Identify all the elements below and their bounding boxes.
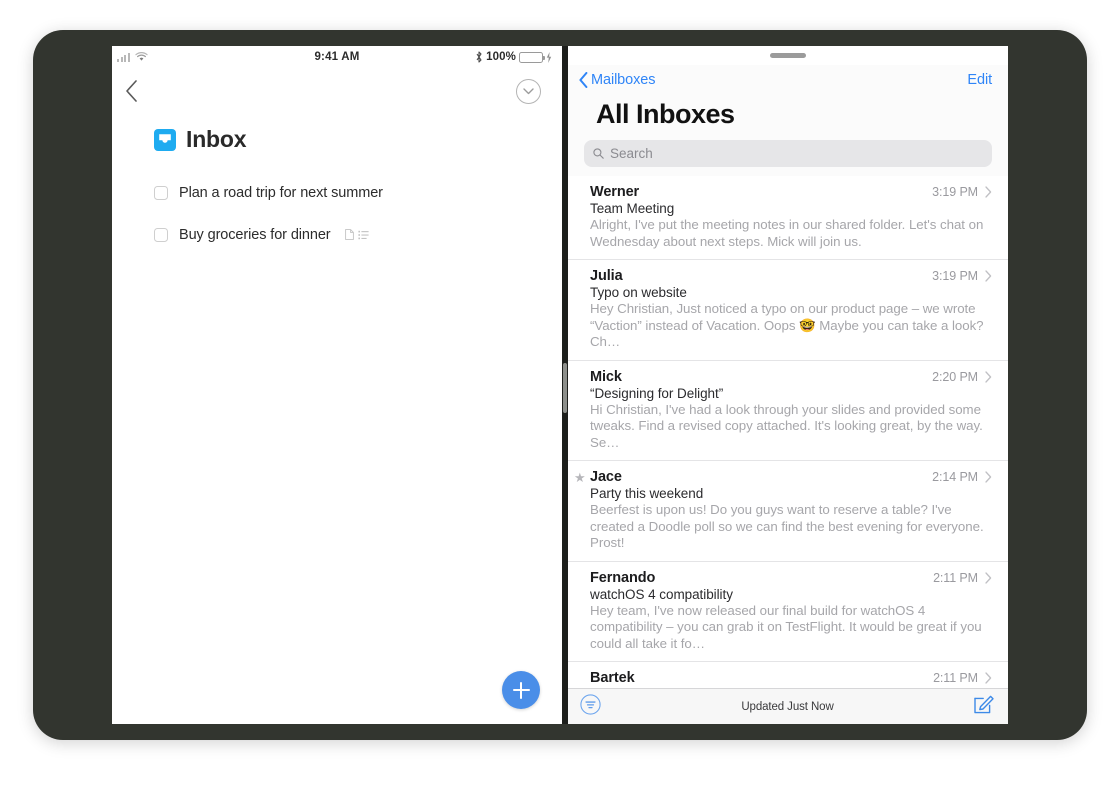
table-row[interactable]: Werner 3:19 PM Team Meeting Alright, I'v… xyxy=(568,176,1008,261)
message-preview: Beerfest is upon us! Do you guys want to… xyxy=(590,502,984,551)
message-preview: Hey Christian, Just noticed a typo on ou… xyxy=(590,301,984,350)
mail-message-list[interactable]: Werner 3:19 PM Team Meeting Alright, I'v… xyxy=(568,176,1008,724)
table-row[interactable]: Mick 2:20 PM “Designing for Delight” Hi … xyxy=(568,361,1008,462)
message-sender: Mick xyxy=(590,368,622,385)
todo-list: Plan a road trip for next summer Buy gro… xyxy=(112,153,562,245)
charging-bolt-icon xyxy=(546,51,552,63)
chevron-right-icon xyxy=(985,371,992,383)
chevron-right-icon xyxy=(985,672,992,684)
battery-icon xyxy=(519,51,545,63)
divider-grip-handle[interactable] xyxy=(563,363,567,413)
mail-page-title: All Inboxes xyxy=(568,95,1008,131)
message-time: 2:14 PM xyxy=(932,470,978,485)
message-sender: Bartek xyxy=(590,670,635,687)
chevron-right-icon xyxy=(985,186,992,199)
list-header: Inbox xyxy=(112,114,562,153)
message-preview: Hey team, I've now released our final bu… xyxy=(590,602,982,651)
bluetooth-icon xyxy=(476,51,482,63)
chevron-right-icon xyxy=(985,572,992,584)
message-subject: Party this weekend xyxy=(590,486,704,502)
add-todo-button[interactable] xyxy=(502,671,540,709)
table-row[interactable]: ★ Jace 2:14 PM Party this weekend Beerfe… xyxy=(568,461,1008,562)
back-to-mailboxes-button[interactable]: Mailboxes xyxy=(579,72,656,89)
mail-nav-bar: Mailboxes Edit xyxy=(568,65,1008,96)
device-screen: 9:41 AM 100% Inbox Plan a road trip for … xyxy=(112,46,1008,724)
back-chevron-icon[interactable] xyxy=(125,80,138,102)
checklist-icon xyxy=(357,230,369,239)
message-time: 3:19 PM xyxy=(932,185,978,200)
mail-bottom-toolbar: Updated Just Now xyxy=(568,688,1008,724)
message-sender: Werner xyxy=(590,184,640,201)
plus-icon xyxy=(512,681,530,699)
message-time: 2:20 PM xyxy=(932,369,978,384)
todo-title: Plan a road trip for next summer xyxy=(179,184,383,201)
search-container: Search xyxy=(568,130,1008,177)
message-sender: Fernando xyxy=(590,569,656,586)
message-subject: Team Meeting xyxy=(590,201,675,217)
mail-app-pane: Mailboxes Edit All Inboxes Search Werner… xyxy=(568,46,1008,724)
sync-status-label: Updated Just Now xyxy=(741,700,834,713)
message-time: 3:19 PM xyxy=(932,269,978,284)
message-preview: Hi Christian, I've had a look through yo… xyxy=(590,401,983,450)
drag-grabber-handle[interactable] xyxy=(770,53,806,59)
message-preview: Alright, I've put the meeting notes in o… xyxy=(590,217,984,249)
todo-checkbox[interactable] xyxy=(154,227,168,242)
back-chevron-icon xyxy=(579,72,588,89)
things-nav-bar xyxy=(112,68,562,114)
message-sender: Julia xyxy=(590,268,623,285)
search-input[interactable]: Search xyxy=(584,140,992,168)
search-icon xyxy=(593,148,604,160)
back-label: Mailboxes xyxy=(591,72,656,89)
message-subject: “Designing for Delight” xyxy=(590,385,724,401)
device-frame: 9:41 AM 100% Inbox Plan a road trip for … xyxy=(33,30,1087,740)
edit-button[interactable]: Edit xyxy=(967,72,992,88)
message-time: 2:11 PM xyxy=(933,570,978,585)
todo-checkbox[interactable] xyxy=(154,185,168,200)
chevron-right-icon xyxy=(985,270,992,283)
chevron-down-circle-icon[interactable] xyxy=(516,78,541,104)
table-row[interactable]: Fernando 2:11 PM watchOS 4 compatibility… xyxy=(568,562,1008,663)
search-placeholder: Search xyxy=(610,146,653,162)
todo-badges xyxy=(344,229,369,240)
grabber-area[interactable] xyxy=(568,46,1008,65)
message-subject: watchOS 4 compatibility xyxy=(590,586,733,602)
vip-star-icon: ★ xyxy=(574,470,586,486)
page-title: Inbox xyxy=(186,126,247,152)
status-bar: 9:41 AM 100% xyxy=(112,46,562,68)
inbox-tray-icon xyxy=(154,128,176,151)
filter-icon xyxy=(580,693,601,715)
todo-title: Buy groceries for dinner xyxy=(179,226,331,243)
chevron-right-icon xyxy=(985,471,992,483)
note-icon xyxy=(344,229,354,240)
message-subject: Typo on website xyxy=(590,285,687,301)
message-sender: Jace xyxy=(590,469,622,486)
table-row[interactable]: Julia 3:19 PM Typo on website Hey Christ… xyxy=(568,260,1008,361)
compose-button[interactable] xyxy=(974,694,994,719)
list-item[interactable]: Buy groceries for dinner xyxy=(154,224,562,245)
things-app-pane: 9:41 AM 100% Inbox Plan a road trip for … xyxy=(112,46,562,724)
compose-icon xyxy=(974,695,994,714)
list-item[interactable]: Plan a road trip for next summer xyxy=(154,182,562,203)
filter-button[interactable] xyxy=(580,693,601,720)
battery-percent-label: 100% xyxy=(486,51,516,63)
status-bar-right: 100% xyxy=(475,51,552,63)
message-time: 2:11 PM xyxy=(933,671,978,686)
